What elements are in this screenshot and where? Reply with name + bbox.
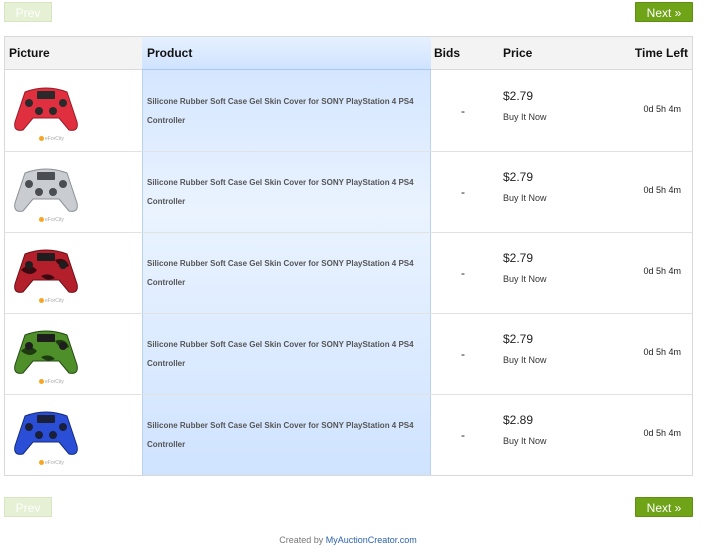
brand-logo: eForCity (39, 298, 64, 304)
product-thumbnail[interactable]: eForCity (11, 240, 81, 304)
next-button[interactable]: Next » (635, 497, 693, 517)
bids-count: - (461, 347, 465, 361)
time-left: 0d 5h 4m (643, 347, 681, 357)
product-thumbnail[interactable]: eForCity (11, 402, 81, 466)
controller-icon (14, 330, 78, 374)
brand-logo: eForCity (39, 217, 64, 223)
brand-logo: eForCity (39, 460, 64, 466)
table-row: eForCity Silicone Rubber Soft Case Gel S… (5, 313, 692, 395)
buy-it-now-link[interactable]: Buy It Now (503, 355, 547, 365)
prev-button[interactable]: Prev (4, 2, 52, 22)
header-product: Product (147, 46, 193, 60)
product-thumbnail[interactable]: eForCity (11, 78, 81, 142)
product-thumbnail[interactable]: eForCity (11, 321, 81, 385)
product-title[interactable]: Silicone Rubber Soft Case Gel Skin Cover… (147, 173, 417, 211)
brand-logo: eForCity (39, 379, 64, 385)
price: $2.79 (503, 332, 534, 346)
header-time-left: Time Left (634, 46, 688, 60)
footer-prefix: Created by (279, 535, 324, 545)
table-row: eForCity Silicone Rubber Soft Case Gel S… (5, 70, 692, 152)
bids-count: - (461, 428, 465, 442)
buy-it-now-link[interactable]: Buy It Now (503, 274, 547, 284)
bids-count: - (461, 104, 465, 118)
top-pager: Prev Next » (4, 2, 693, 22)
product-title[interactable]: Silicone Rubber Soft Case Gel Skin Cover… (147, 416, 417, 454)
product-title[interactable]: Silicone Rubber Soft Case Gel Skin Cover… (147, 335, 417, 373)
next-button[interactable]: Next » (635, 2, 693, 22)
product-thumbnail[interactable]: eForCity (11, 159, 81, 223)
product-title[interactable]: Silicone Rubber Soft Case Gel Skin Cover… (147, 92, 417, 130)
time-left: 0d 5h 4m (643, 185, 681, 195)
bids-count: - (461, 266, 465, 280)
controller-icon (14, 249, 78, 293)
header-picture: Picture (9, 46, 50, 60)
prev-button[interactable]: Prev (4, 497, 52, 517)
bottom-pager: Prev Next » (4, 497, 693, 517)
table-row: eForCity Silicone Rubber Soft Case Gel S… (5, 232, 692, 314)
buy-it-now-link[interactable]: Buy It Now (503, 436, 547, 446)
table-row: eForCity Silicone Rubber Soft Case Gel S… (5, 394, 692, 475)
time-left: 0d 5h 4m (643, 266, 681, 276)
bids-count: - (461, 185, 465, 199)
footer-link[interactable]: MyAuctionCreator.com (326, 535, 417, 545)
listings-table: Picture Product Bids Price Time Left eFo… (4, 36, 693, 476)
table-row: eForCity Silicone Rubber Soft Case Gel S… (5, 151, 692, 233)
footer: Created by MyAuctionCreator.com (0, 535, 696, 545)
controller-icon (14, 87, 78, 131)
product-title[interactable]: Silicone Rubber Soft Case Gel Skin Cover… (147, 254, 417, 292)
buy-it-now-link[interactable]: Buy It Now (503, 193, 547, 203)
price: $2.79 (503, 251, 534, 265)
header-bids: Bids (434, 46, 461, 60)
buy-it-now-link[interactable]: Buy It Now (503, 112, 547, 122)
controller-icon (14, 411, 78, 455)
price: $2.89 (503, 413, 534, 427)
header-price: Price (503, 46, 533, 60)
time-left: 0d 5h 4m (643, 428, 681, 438)
price: $2.79 (503, 170, 534, 184)
brand-logo: eForCity (39, 136, 64, 142)
price: $2.79 (503, 89, 534, 103)
controller-icon (14, 168, 78, 212)
time-left: 0d 5h 4m (643, 104, 681, 114)
